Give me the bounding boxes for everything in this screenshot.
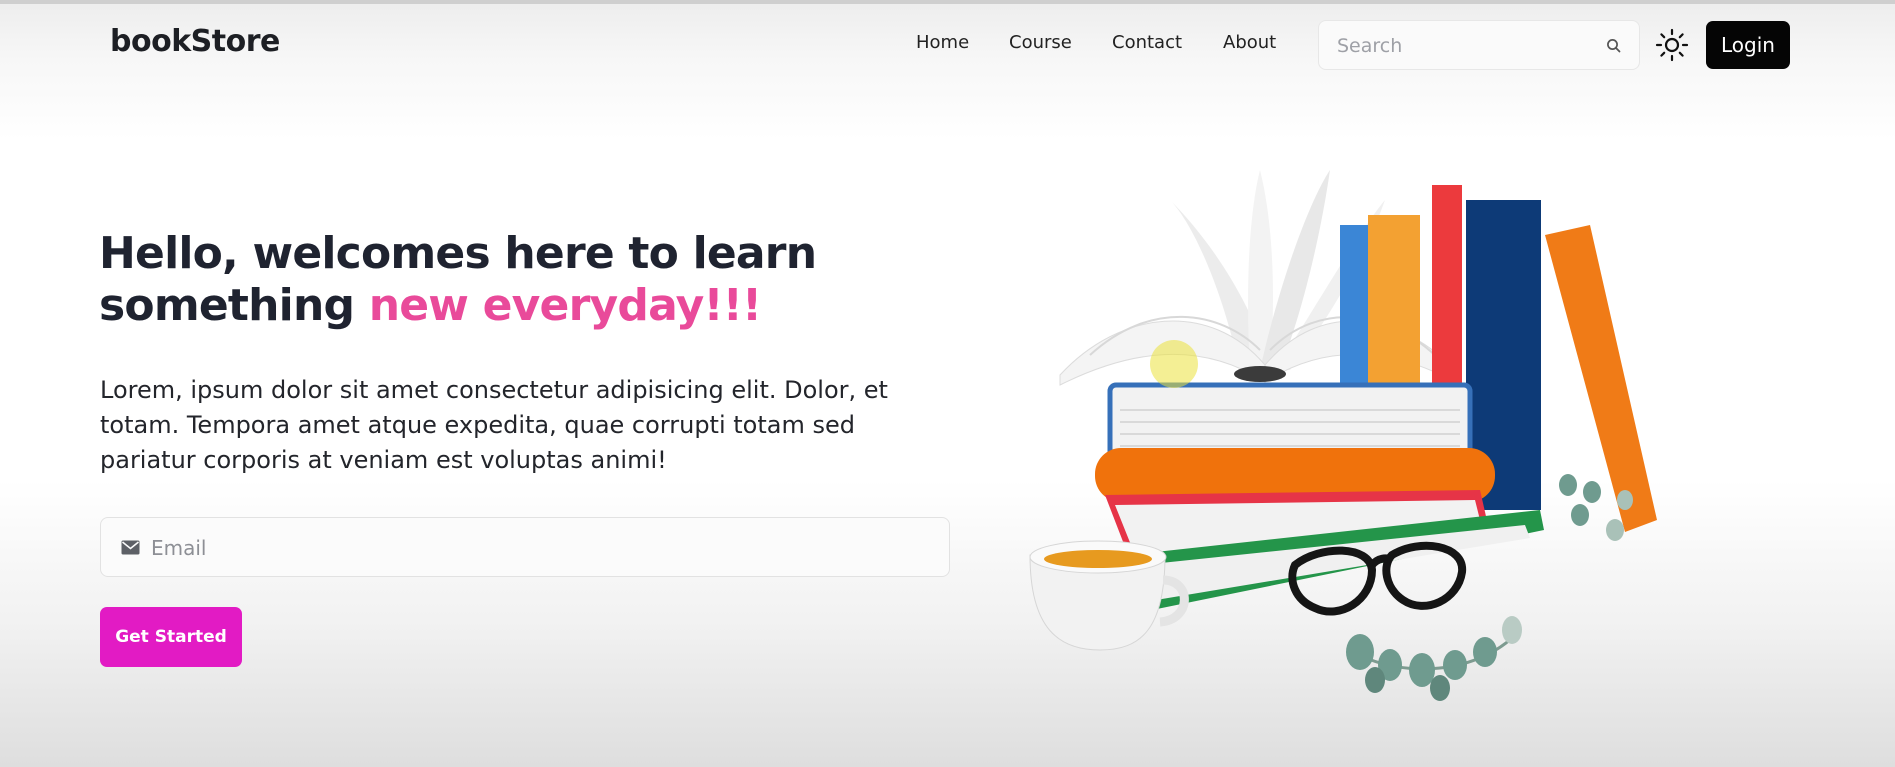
hero-description: Lorem, ipsum dolor sit amet consectetur … (100, 376, 888, 474)
nav-link-course[interactable]: Course (1009, 32, 1072, 53)
search-input[interactable] (1337, 33, 1587, 59)
nav-link-about[interactable]: About (1223, 32, 1276, 53)
books-illustration (1029, 170, 1657, 701)
search-icon[interactable] (1605, 37, 1623, 55)
get-started-button[interactable]: Get Started (100, 607, 242, 667)
hero-title: Hello, welcomes here to learn something … (99, 228, 859, 332)
nav-link-contact[interactable]: Contact (1112, 32, 1182, 53)
brand-logo[interactable]: bookStore (110, 24, 280, 59)
teacup (1029, 540, 1189, 651)
email-input[interactable] (151, 534, 911, 562)
nav-link-home[interactable]: Home (916, 32, 969, 53)
envelope-icon (121, 540, 140, 555)
search-box (1318, 20, 1640, 70)
hero-title-accent: new everyday!!! (368, 280, 762, 331)
email-field (100, 517, 950, 577)
sun-icon[interactable] (1655, 28, 1689, 62)
cursor-highlight (1150, 340, 1198, 388)
navbar: bookStore Home Course Contact About Logi… (0, 0, 1895, 92)
login-button[interactable]: Login (1706, 21, 1790, 69)
